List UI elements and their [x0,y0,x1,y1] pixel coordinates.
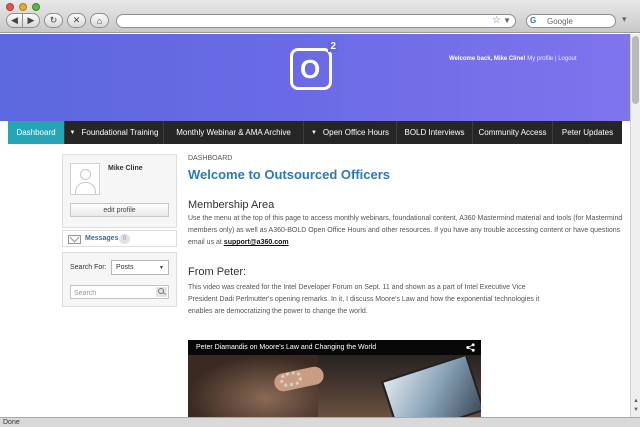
vertical-scrollbar[interactable]: ▲ ▼ [630,34,640,417]
avatar[interactable] [70,163,100,195]
avatar-head-shape [80,169,91,180]
nav-label: Community Access [478,128,547,137]
address-bar[interactable]: ☆ ▼ [116,14,516,28]
nav-label: BOLD Interviews [404,128,465,137]
nav-label: Peter Updates [561,128,614,137]
membership-paragraph: Use the menu at the top of this page to … [188,213,624,249]
forward-button[interactable]: ▶ [23,13,40,28]
nav-item-bold-interviews[interactable]: BOLD Interviews [397,121,473,144]
logo-letter: O [300,54,321,84]
nav-item-peter-updates[interactable]: Peter Updates [553,121,622,144]
membership-heading: Membership Area [188,199,275,211]
browser-search-placeholder: Google [547,17,573,26]
welcome-message: Welcome back, Mike Cline! My profile | L… [449,56,577,62]
browser-toolbar: ◀ ▶ ↻ ✕ ⌂ ☆ ▼ G Google ▾ [0,0,640,33]
google-icon: G [530,16,537,25]
dropdown-arrow-icon: ▼ [69,129,76,136]
nav-item-community-access[interactable]: Community Access [473,121,553,144]
arrow-left-icon: ◀ [11,15,18,25]
video-tablet-shape [380,353,481,417]
dropdown-arrow-icon: ▼ [310,129,317,136]
messages-link[interactable]: Messages [85,235,118,242]
video-title[interactable]: Peter Diamandis on Moore's Law and Chang… [196,344,376,351]
scroll-arrows[interactable]: ▲ ▼ [631,397,640,417]
nav-label: Foundational Training [81,128,159,137]
logo-superscript: 2 [328,41,338,52]
reload-button[interactable]: ↻ [44,13,63,28]
zoom-window-button[interactable] [32,3,40,11]
site-header: O 2 Welcome back, Mike Cline! My profile… [0,34,630,121]
logout-link[interactable]: Logout [558,56,576,62]
status-text: Done [3,419,20,426]
chevron-down-icon: ▼ [159,265,164,271]
bookmark-star-icon[interactable]: ☆ [492,15,501,26]
browser-search-field[interactable]: G Google [526,14,616,28]
welcome-text: Welcome back, Mike Cline! [449,56,526,62]
search-for-label: Search For: [70,264,107,271]
back-button[interactable]: ◀ [6,13,23,28]
my-profile-link[interactable]: My profile [527,56,553,62]
nav-item-dashboard[interactable]: Dashboard [8,121,65,144]
search-type-value: Posts [116,264,134,271]
edit-profile-button[interactable]: edit profile [70,203,169,217]
stop-button[interactable]: ✕ [67,13,86,28]
video-title-bar: Peter Diamandis on Moore's Law and Chang… [188,340,481,355]
envelope-icon [68,235,81,244]
nav-item-monthly-webinar[interactable]: Monthly Webinar & AMA Archive [164,121,304,144]
nav-item-open-office-hours[interactable]: ▼ Open Office Hours [304,121,397,144]
support-email-link[interactable]: support@a360.com [224,239,289,246]
close-icon: ✕ [72,15,81,25]
messages-widget[interactable]: Messages 0 [62,230,177,247]
main-navigation: Dashboard ▼ Foundational Training Monthl… [8,121,622,144]
messages-count-badge: 0 [119,234,130,244]
peter-heading: From Peter: [188,266,247,278]
nav-item-foundational-training[interactable]: ▼ Foundational Training [65,121,164,144]
nav-label: Dashboard [16,128,56,137]
site-logo[interactable]: O 2 [290,41,338,90]
close-window-button[interactable] [6,3,14,11]
nav-label: Open Office Hours [322,128,390,137]
search-input[interactable] [71,287,153,300]
scrollbar-thumb[interactable] [632,36,639,104]
search-widget: Search For: Posts ▼ [62,252,177,307]
home-icon: ⌂ [96,15,103,26]
minimize-window-button[interactable] [19,3,27,11]
share-icon[interactable] [466,343,475,352]
profile-name[interactable]: Mike Cline [108,165,143,172]
profile-widget: Mike Cline edit profile [62,154,177,228]
peter-paragraph: This video was created for the Intel Dev… [188,284,540,315]
window-controls [6,3,40,11]
video-player[interactable]: Peter Diamandis on Moore's Law and Chang… [188,340,481,417]
nav-label: Monthly Webinar & AMA Archive [176,128,291,137]
arrow-right-icon: ▶ [27,15,35,25]
status-bar: Done [0,417,640,427]
breadcrumb: DASHBOARD [188,155,233,162]
search-icon[interactable] [156,287,167,297]
sidebar-search-field [70,285,169,300]
reload-icon: ↻ [49,15,58,25]
avatar-body-shape [75,182,96,194]
home-button[interactable]: ⌂ [90,13,109,28]
downloads-button[interactable]: ▾ [622,14,634,28]
page-title: Welcome to Outsourced Officers [188,167,391,182]
link-separator: | [554,56,557,62]
search-type-select[interactable]: Posts ▼ [111,260,169,275]
browser-nav-buttons: ◀ ▶ ↻ ✕ ⌂ [6,13,109,28]
chevron-down-icon[interactable]: ▼ [503,16,511,25]
